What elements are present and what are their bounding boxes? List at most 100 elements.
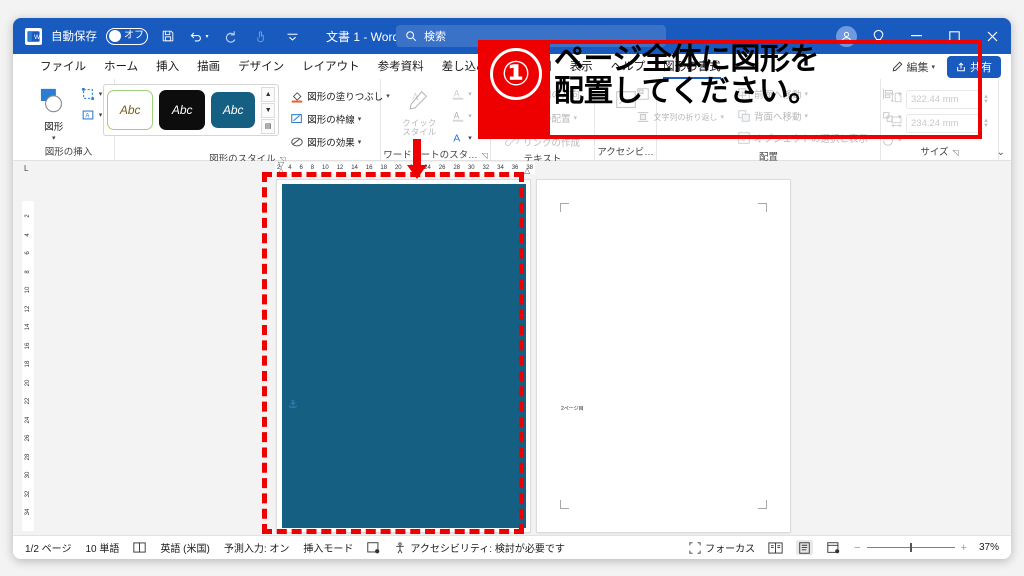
edit-shape-icon [81, 87, 96, 102]
svg-text:W: W [34, 34, 40, 41]
shape-style-thumb-2[interactable]: Abc [159, 90, 206, 130]
status-bar-right: フォーカス − + 37% [689, 540, 999, 555]
status-page-count[interactable]: 1/2 ページ [25, 540, 71, 555]
collapse-ribbon-button[interactable]: ⌄ [997, 147, 1005, 158]
zoom-in-button[interactable]: + [961, 542, 967, 554]
shape-outline-button[interactable]: 図形の枠線 ▾ [287, 109, 392, 129]
shape-effects-label: 図形の効果 [307, 138, 355, 149]
redo-icon[interactable] [219, 25, 241, 47]
horizontal-ruler-tick: 20 [394, 165, 402, 171]
draw-textbox-button[interactable]: A ▾ [79, 105, 105, 125]
print-layout-icon[interactable] [796, 540, 814, 555]
undo-caret[interactable]: ▾ [205, 33, 208, 40]
text-effects-caret-icon[interactable]: ▾ [468, 134, 472, 142]
gallery-scroll-up-icon[interactable]: ▲ [261, 86, 276, 102]
status-word-count[interactable]: 10 単語 [85, 540, 119, 555]
zoom-handle[interactable] [909, 543, 912, 552]
horizontal-ruler-tick: 8 [310, 165, 315, 171]
save-icon[interactable] [157, 25, 179, 47]
tab-file[interactable]: ファイル [31, 56, 95, 78]
shapes-caret-icon[interactable]: ▾ [52, 134, 56, 142]
customize-quick-access-icon[interactable] [281, 25, 303, 47]
autosave-toggle[interactable]: オフ [106, 27, 148, 45]
autosave-label: 自動保存 [51, 31, 97, 43]
word-logo-icon: W [25, 27, 42, 45]
shapes-label: 図形 [44, 122, 64, 133]
focus-icon [689, 541, 701, 554]
horizontal-ruler-ticks: 2468101214161820222426283032343638 [275, 162, 535, 174]
zoom-track[interactable] [866, 543, 955, 552]
inserted-rectangle-shape[interactable] [282, 184, 526, 528]
wordart-quick-styles-button[interactable]: A クイック スタイル [397, 84, 441, 138]
search-placeholder: 検索 [424, 31, 446, 43]
horizontal-ruler-tick: 32 [482, 165, 490, 171]
shape-fill-button[interactable]: 図形の塗りつぶし ▾ [287, 86, 392, 106]
annotation-callout: ① ページ全体に図形を 配置してください。 [478, 40, 982, 139]
shape-outline-caret-icon[interactable]: ▾ [358, 115, 362, 123]
shape-style-gallery[interactable]: Abc Abc Abc ▲ ▼ ▤ [103, 84, 280, 136]
textbox-caret-icon[interactable]: ▾ [99, 111, 103, 119]
text-fill-caret-icon[interactable]: ▾ [468, 90, 472, 98]
text-outline-button[interactable]: A ▾ [448, 106, 474, 126]
status-predictive-text[interactable]: 予測入力: オン [224, 540, 290, 555]
shape-effects-caret-icon[interactable]: ▾ [358, 138, 362, 146]
annotation-text: ページ全体に図形を 配置してください。 [554, 42, 819, 110]
focus-mode-button[interactable]: フォーカス [689, 540, 755, 555]
gallery-scroll-down-icon[interactable]: ▼ [261, 102, 276, 118]
read-mode-icon[interactable] [767, 540, 784, 555]
tab-stop-selector[interactable]: L [24, 164, 28, 173]
tab-design[interactable]: デザイン [229, 56, 293, 78]
horizontal-ruler-tick: 34 [497, 165, 504, 171]
zoom-level[interactable]: 37% [979, 542, 999, 553]
shape-effects-button[interactable]: 図形の効果 ▾ [287, 132, 392, 152]
macro-record-icon[interactable] [367, 541, 380, 554]
status-insert-mode[interactable]: 挿入モード [303, 540, 353, 555]
status-language[interactable]: 英語 (米国) [160, 540, 209, 555]
text-fill-button[interactable]: A ▾ [448, 84, 474, 104]
text-effects-icon: A [450, 131, 465, 146]
shapes-button[interactable]: 図形 ▾ [33, 84, 75, 142]
right-indent-marker[interactable]: △ [524, 166, 530, 175]
horizontal-ruler-tick: 16 [365, 165, 373, 171]
tab-insert[interactable]: 挿入 [147, 56, 188, 78]
accessibility-person-icon [396, 541, 405, 553]
margin-corner-bl [560, 500, 569, 509]
svg-text:A: A [453, 89, 459, 99]
text-fill-icon: A [450, 87, 465, 102]
tab-references[interactable]: 参考資料 [369, 56, 433, 78]
text-outline-caret-icon[interactable]: ▾ [468, 112, 472, 120]
annotation-badge-cell: ① [482, 44, 550, 135]
web-layout-icon[interactable] [825, 540, 842, 555]
zoom-slider[interactable]: − + [854, 542, 967, 554]
gallery-scroll-buttons[interactable]: ▲ ▼ ▤ [261, 86, 276, 134]
shape-height-spinner[interactable]: ▲ ▼ [983, 94, 989, 105]
shape-style-thumb-1[interactable]: Abc [107, 90, 154, 130]
shapes-icon [39, 84, 69, 118]
undo-icon[interactable]: ▾ [188, 25, 210, 47]
touch-mode-icon[interactable] [250, 25, 272, 47]
edit-shape-caret-icon[interactable]: ▾ [99, 90, 103, 98]
shape-width-spinner[interactable]: ▲ ▼ [983, 118, 989, 129]
zoom-out-button[interactable]: − [854, 542, 860, 554]
proofing-icon[interactable] [133, 542, 147, 553]
gallery-more-icon[interactable]: ▤ [261, 118, 276, 134]
horizontal-ruler-tick: 6 [299, 165, 303, 171]
textbox-icon: A [81, 108, 96, 123]
shape-outline-label: 図形の枠線 [307, 115, 355, 126]
search-icon [406, 31, 417, 42]
hanging-indent-marker[interactable]: △ [278, 166, 284, 175]
edit-shape-button[interactable]: ▾ [79, 84, 105, 104]
size-dialog-launcher[interactable]: ◹ [953, 145, 959, 160]
page-2[interactable] [537, 180, 790, 532]
status-accessibility[interactable]: アクセシビリティ: 検討が必要です [394, 540, 565, 555]
shape-style-thumb-3-selected[interactable]: Abc [211, 92, 256, 128]
text-effects-button[interactable]: A ▾ [448, 128, 474, 148]
tab-layout[interactable]: レイアウト [293, 56, 369, 78]
group-title-size-text: サイズ [920, 147, 949, 158]
tab-home[interactable]: ホーム [95, 56, 147, 78]
horizontal-ruler-tick: 36 [511, 165, 519, 171]
tab-draw[interactable]: 描画 [188, 56, 229, 78]
text-outline-icon: A [450, 109, 465, 124]
annotation-down-arrow [407, 139, 427, 179]
horizontal-ruler[interactable]: 2468101214161820222426283032343638 ▽ △ △ [35, 160, 997, 176]
